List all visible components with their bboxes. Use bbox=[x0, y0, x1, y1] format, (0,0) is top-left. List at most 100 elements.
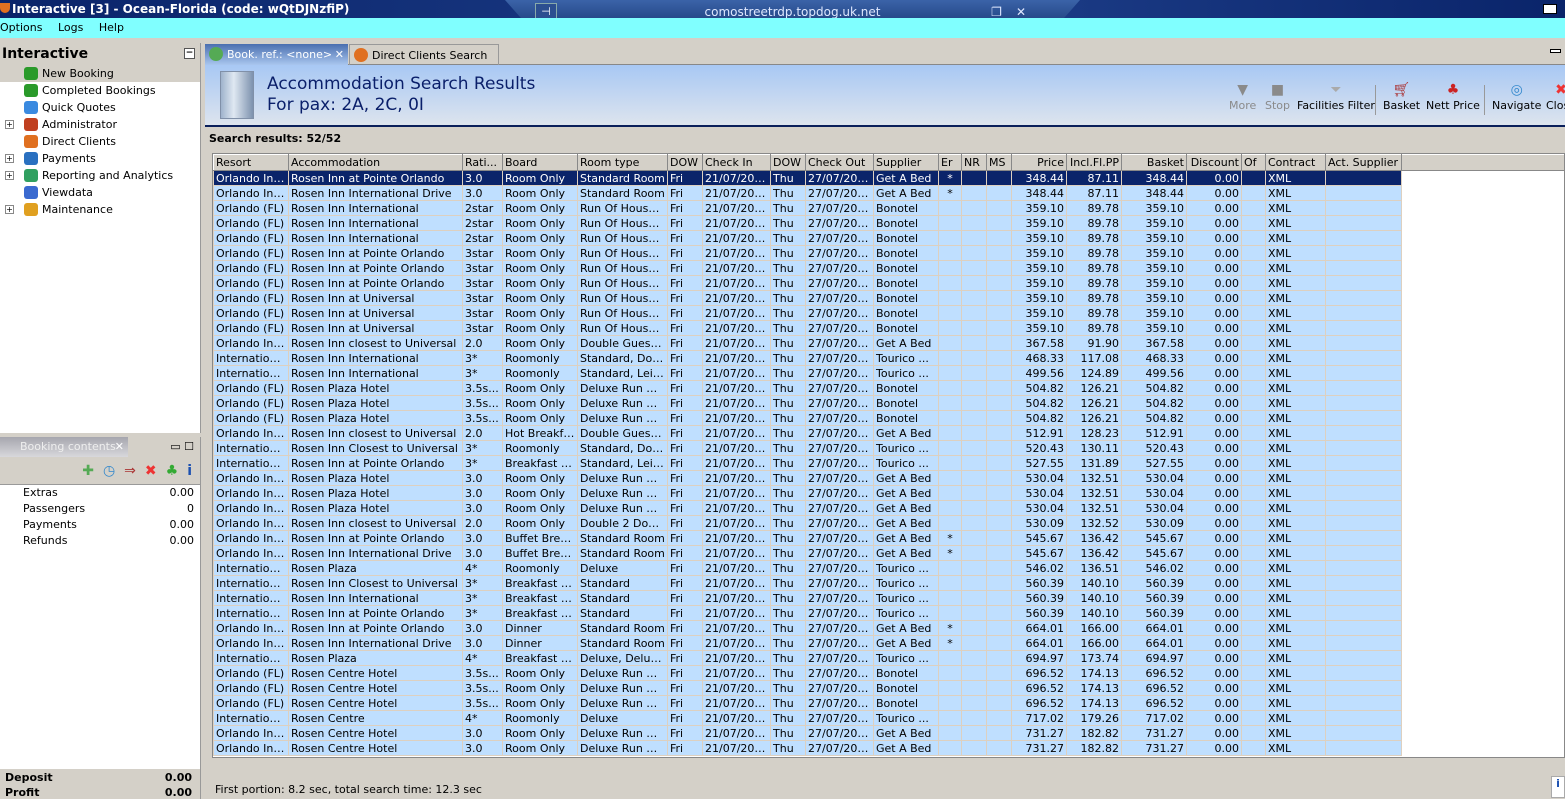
column-header-room-type[interactable]: Room type bbox=[577, 154, 668, 171]
close-button[interactable]: ✖Close bbox=[1546, 81, 1565, 112]
facilities-filter-button[interactable]: ⏷ Facilities Filter bbox=[1297, 81, 1375, 112]
palm-icon[interactable]: ♣ bbox=[166, 463, 179, 479]
sidebar-item-new-booking[interactable]: New Booking bbox=[0, 65, 200, 82]
table-row[interactable]: Orlando (FL) Rosen Centre Hotel 3.5s... Roo… bbox=[213, 665, 1564, 681]
table-row[interactable]: Orlando (FL) Rosen Centre Hotel 3.5s... Roo… bbox=[213, 695, 1564, 711]
column-header-discount[interactable]: Discount bbox=[1186, 154, 1242, 171]
info-icon[interactable]: i bbox=[187, 463, 192, 479]
table-row[interactable]: Orlando Int... Rosen Inn International Dr… bbox=[213, 545, 1564, 561]
sidebar-item-payments[interactable]: + Payments bbox=[0, 150, 200, 167]
close-icon[interactable]: ✕ bbox=[335, 44, 344, 65]
column-header-contract[interactable]: Contract bbox=[1265, 154, 1326, 171]
clock-icon[interactable]: ◷ bbox=[103, 463, 115, 479]
column-header-dow[interactable]: DOW bbox=[770, 154, 806, 171]
column-header-act-supplier[interactable]: Act. Supplier bbox=[1325, 154, 1402, 171]
column-header-dow[interactable]: DOW bbox=[667, 154, 703, 171]
more-button[interactable]: ▼ More bbox=[1229, 81, 1256, 112]
sidebar-item-reporting-and-analytics[interactable]: + Reporting and Analytics bbox=[0, 167, 200, 184]
table-row[interactable]: Internation... Rosen Inn International 3* R… bbox=[213, 350, 1564, 366]
table-row[interactable]: Orlando Int... Rosen Inn closest to Unive… bbox=[213, 515, 1564, 531]
expand-icon[interactable]: + bbox=[5, 154, 14, 163]
table-row[interactable]: Internation... Rosen Inn International 3* R… bbox=[213, 365, 1564, 381]
table-row[interactable]: Internation... Rosen Inn Closest to Unive… bbox=[213, 575, 1564, 591]
table-row[interactable]: Orlando (FL) Rosen Inn at Pointe Orlando 3… bbox=[213, 260, 1564, 276]
column-header-board[interactable]: Board bbox=[502, 154, 578, 171]
table-row[interactable]: Orlando (FL) Rosen Inn International 2star… bbox=[213, 215, 1564, 231]
column-header-check-in[interactable]: Check In bbox=[702, 154, 771, 171]
table-row[interactable]: Orlando Int... Rosen Plaza Hotel 3.0 Room O… bbox=[213, 500, 1564, 516]
expand-icon[interactable]: + bbox=[5, 171, 14, 180]
sidebar-item-direct-clients[interactable]: Direct Clients bbox=[0, 133, 200, 150]
basket-button[interactable]: 🛒︎ Basket bbox=[1383, 81, 1420, 112]
table-row[interactable]: Orlando Int... Rosen Inn at Pointe Orland… bbox=[213, 170, 1564, 186]
column-header-ms[interactable]: MS bbox=[986, 154, 1012, 171]
column-header-resort[interactable]: Resort bbox=[213, 154, 289, 171]
column-header-accommodation[interactable]: Accommodation bbox=[288, 154, 463, 171]
table-row[interactable]: Orlando (FL) Rosen Inn at Pointe Orlando 3… bbox=[213, 275, 1564, 291]
table-row[interactable]: Orlando (FL) Rosen Plaza Hotel 3.5s... Room… bbox=[213, 410, 1564, 426]
column-header-er[interactable]: Er bbox=[938, 154, 962, 171]
table-row[interactable]: Orlando Int... Rosen Inn at Pointe Orland… bbox=[213, 530, 1564, 546]
navigate-button[interactable]: ◎ Navigate bbox=[1492, 81, 1541, 112]
stop-button[interactable]: ■ Stop bbox=[1265, 81, 1290, 112]
table-row[interactable]: Orlando (FL) Rosen Inn at Universal 3star R… bbox=[213, 305, 1564, 321]
table-row[interactable]: Orlando Int... Rosen Plaza Hotel 3.0 Room O… bbox=[213, 485, 1564, 501]
collapse-button[interactable]: − bbox=[184, 48, 195, 59]
column-header-supplier[interactable]: Supplier bbox=[873, 154, 939, 171]
table-row[interactable]: Orlando Int... Rosen Centre Hotel 3.0 Room … bbox=[213, 725, 1564, 741]
delete-icon[interactable]: ✖ bbox=[145, 463, 157, 479]
table-row[interactable]: Orlando (FL) Rosen Inn at Universal 3star R… bbox=[213, 320, 1564, 336]
table-row[interactable]: Orlando (FL) Rosen Inn at Universal 3star R… bbox=[213, 290, 1564, 306]
expand-icon[interactable]: + bbox=[5, 205, 14, 214]
table-row[interactable]: Orlando (FL) Rosen Centre Hotel 3.5s... Roo… bbox=[213, 680, 1564, 696]
rdp-minimize-button[interactable]: _ bbox=[971, 5, 991, 19]
table-row[interactable]: Orlando Int... Rosen Inn closest to Unive… bbox=[213, 335, 1564, 351]
tab-direct-clients-search[interactable]: Direct Clients Search bbox=[349, 44, 499, 65]
minimize-icon[interactable]: ▭ bbox=[170, 440, 180, 453]
minimize-button[interactable] bbox=[1550, 49, 1561, 53]
basket-arrow-icon[interactable]: ⇒ bbox=[124, 463, 136, 479]
tab-booking-ref[interactable]: Book. ref.: <none> ✕ bbox=[205, 44, 348, 65]
table-row[interactable]: Orlando Int... Rosen Inn International Dr… bbox=[213, 635, 1564, 651]
sidebar-item-viewdata[interactable]: Viewdata bbox=[0, 184, 200, 201]
rdp-close-button[interactable]: ✕ bbox=[1016, 5, 1040, 19]
table-row[interactable]: Orlando (FL) Rosen Inn International 2star… bbox=[213, 200, 1564, 216]
table-row[interactable]: Internation... Rosen Plaza 4* Breakfast B..… bbox=[213, 650, 1564, 666]
column-header-price[interactable]: Price bbox=[1011, 154, 1067, 171]
sidebar-item-quick-quotes[interactable]: Quick Quotes bbox=[0, 99, 200, 116]
column-header-check-out[interactable]: Check Out bbox=[805, 154, 874, 171]
table-row[interactable]: Orlando Int... Rosen Inn closest to Unive… bbox=[213, 425, 1564, 441]
expand-icon[interactable]: + bbox=[5, 120, 14, 129]
table-row[interactable]: Orlando Int... Rosen Plaza Hotel 3.0 Room O… bbox=[213, 470, 1564, 486]
table-row[interactable]: Internation... Rosen Inn at Pointe Orland… bbox=[213, 605, 1564, 621]
close-icon[interactable]: ✕ bbox=[115, 437, 124, 457]
column-header-nr[interactable]: NR bbox=[961, 154, 987, 171]
sidebar-item-administrator[interactable]: + Administrator bbox=[0, 116, 200, 133]
maximize-icon[interactable]: ☐ bbox=[184, 440, 194, 453]
column-header-basket[interactable]: Basket bbox=[1121, 154, 1187, 171]
column-header-incl-fl-pp[interactable]: Incl.Fl.PP bbox=[1066, 154, 1122, 171]
column-header-rati-[interactable]: Rati... bbox=[462, 154, 503, 171]
table-row[interactable]: Orlando (FL) Rosen Plaza Hotel 3.5s... Room… bbox=[213, 380, 1564, 396]
table-row[interactable]: Internation... Rosen Centre 4* Roomonly Delu… bbox=[213, 710, 1564, 726]
table-row[interactable]: Internation... Rosen Plaza 4* Roomonly Delux… bbox=[213, 560, 1564, 576]
table-row[interactable]: Internation... Rosen Inn Closest to Unive… bbox=[213, 440, 1564, 456]
sidebar-item-completed-bookings[interactable]: Completed Bookings bbox=[0, 82, 200, 99]
menu-options[interactable]: Options bbox=[0, 21, 42, 34]
menu-help[interactable]: Help bbox=[99, 21, 124, 34]
table-row[interactable]: Orlando (FL) Rosen Inn at Pointe Orlando 3… bbox=[213, 245, 1564, 261]
sidebar-item-maintenance[interactable]: + Maintenance bbox=[0, 201, 200, 218]
nett-price-button[interactable]: ♣ Nett Price bbox=[1426, 81, 1480, 112]
menu-logs[interactable]: Logs bbox=[58, 21, 83, 34]
rdp-restore-button[interactable]: ❐ bbox=[991, 5, 1016, 19]
table-row[interactable]: Orlando (FL) Rosen Inn International 2star… bbox=[213, 230, 1564, 246]
minimize-button[interactable] bbox=[1543, 4, 1557, 14]
add-icon[interactable]: ✚ bbox=[82, 463, 94, 479]
column-header-of[interactable]: Of bbox=[1241, 154, 1266, 171]
info-button[interactable]: i bbox=[1551, 776, 1565, 798]
table-row[interactable]: Internation... Rosen Inn International 3* B… bbox=[213, 590, 1564, 606]
table-row[interactable]: Orlando (FL) Rosen Plaza Hotel 3.5s... Room… bbox=[213, 395, 1564, 411]
table-row[interactable]: Orlando Int... Rosen Centre Hotel 3.0 Room … bbox=[213, 740, 1564, 756]
table-row[interactable]: Orlando Int... Rosen Inn International Dr… bbox=[213, 185, 1564, 201]
table-row[interactable]: Internation... Rosen Inn at Pointe Orland… bbox=[213, 455, 1564, 471]
